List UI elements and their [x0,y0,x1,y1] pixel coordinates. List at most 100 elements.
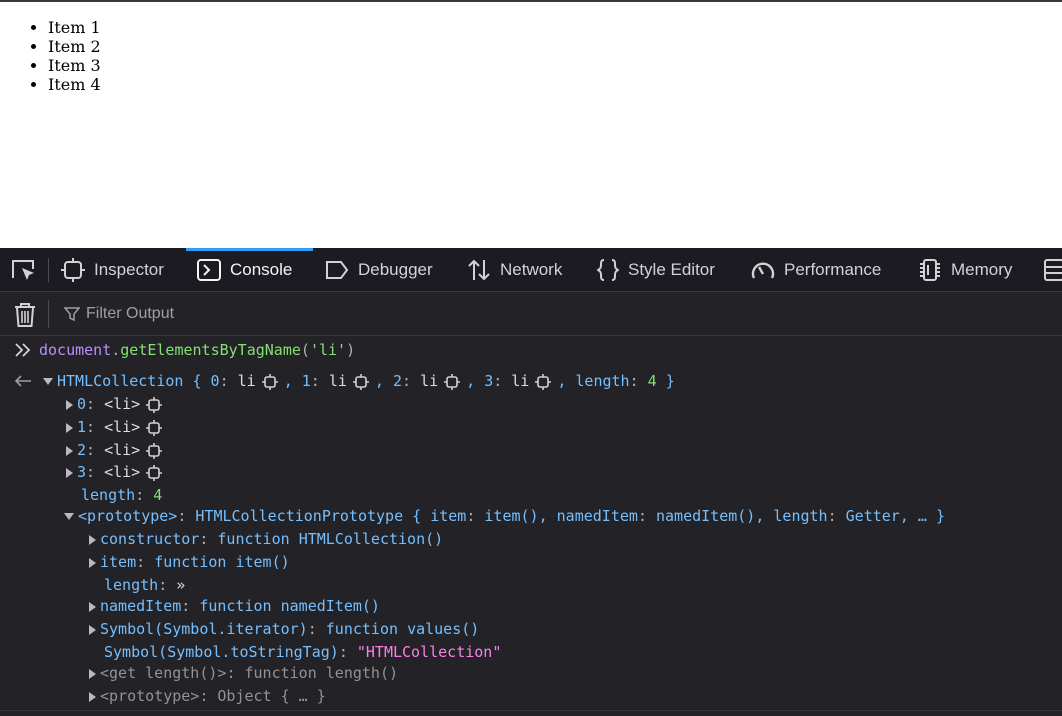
prototype-row[interactable]: <prototype>: HTMLCollectionPrototype { i… [64,505,945,527]
input-arg: 'li' [309,341,347,359]
tab-performance-label: Performance [784,260,882,279]
network-icon [468,259,490,281]
list-item: Item 1 [48,18,101,37]
summary-node-li: li [420,372,439,390]
entry-collapsed-twisty[interactable] [66,422,73,433]
entry-key: 1 [77,418,87,436]
tab-style-editor-label: Style Editor [628,260,715,279]
entry-collapsed-twisty[interactable] [66,399,73,410]
property-key: constructor [100,530,200,548]
tab-debugger-label: Debugger [358,260,433,279]
property-colon: : [199,530,209,548]
property-collapsed-twisty[interactable] [89,601,96,612]
nested-prototype-colon: : [199,687,209,705]
result-expanded-twisty[interactable] [43,378,53,385]
property-key: namedItem [100,597,182,615]
property-colon: : [136,553,146,571]
node-target-icon[interactable] [146,419,163,436]
filter-icon [64,307,80,322]
prototype-property-row[interactable]: length: » [104,574,185,596]
entry-key: 2 [77,441,87,459]
prototype-summary-key: namedItem [556,507,638,525]
property-colon: : [338,643,348,661]
node-target-icon[interactable] [261,373,278,390]
invoke-getter-button[interactable]: » [176,576,185,594]
prototype-summary-comma: , [755,507,765,525]
input-object: document [39,341,112,359]
property-kind: function [154,553,227,571]
entry-tag: <li> [104,463,141,481]
nested-prototype-row[interactable]: <prototype>: Object { … } [89,685,326,707]
node-target-icon[interactable] [444,373,461,390]
property-key: item [100,553,137,571]
property-collapsed-twisty[interactable] [89,534,96,545]
node-target-icon[interactable] [146,396,163,413]
property-string-value: "HTMLCollection" [356,643,502,661]
entry-collapsed-twisty[interactable] [66,445,73,456]
summary-node-li: li [328,372,347,390]
property-collapsed-twisty[interactable] [89,624,96,635]
property-key: Symbol(Symbol.iterator) [100,620,308,638]
prototype-summary-key: item [430,507,467,525]
summary-key: 0 [210,372,220,390]
input-open-paren: ( [300,341,310,359]
collection-entry-row[interactable]: 0: <li> [66,393,168,415]
prototype-key: <prototype> [78,507,178,525]
tab-console-label: Console [230,260,293,279]
nested-prototype-value: Object { … } [217,687,326,705]
node-target-icon[interactable] [146,464,163,481]
tab-memory-label: Memory [951,260,1013,279]
memory-icon [920,259,940,281]
devtools-bottom-edge [0,710,1062,716]
tab-inspector[interactable]: Inspector [61,248,164,292]
prototype-property-row[interactable]: Symbol(Symbol.iterator): function values… [89,618,479,640]
prototype-expanded-twisty[interactable] [64,513,74,520]
prototype-summary-value: namedItem() [656,507,756,525]
tab-network[interactable]: Network [467,248,562,292]
clear-console-icon[interactable] [14,302,36,328]
tab-network-label: Network [500,260,563,279]
property-key: length [104,576,159,594]
summary-colon: : [493,372,503,390]
summary-length-value: 4 [647,372,657,390]
prototype-summary-ellipsis: … } [917,507,945,525]
getter-collapsed-twisty[interactable] [89,668,96,679]
prototype-property-row[interactable]: constructor: function HTMLCollection() [89,528,443,550]
debugger-icon [326,261,349,279]
element-picker-icon [12,260,34,280]
toolbar-separator [48,258,49,282]
tab-style-editor[interactable]: Style Editor [597,248,715,292]
summary-open-brace: { [192,372,202,390]
node-target-icon[interactable] [146,442,163,459]
collection-entry-row[interactable]: 3: <li> [66,461,168,483]
prototype-property-row[interactable]: namedItem: function namedItem() [89,595,380,617]
node-target-icon[interactable] [352,373,369,390]
property-collapsed-twisty[interactable] [89,557,96,568]
filter-output-input[interactable]: Filter Output [64,305,174,323]
element-picker-button[interactable] [10,248,47,292]
selected-tab-indicator [186,248,313,251]
node-target-icon[interactable] [535,373,552,390]
collection-entry-row[interactable]: 2: <li> [66,439,168,461]
prototype-property-row[interactable]: item: function item() [89,551,290,573]
tab-console[interactable]: Console [186,248,313,292]
getter-row[interactable]: <get length()>: function length() [89,662,398,684]
property-value: HTMLCollection() [298,530,444,548]
tab-memory[interactable]: Memory [918,248,1012,292]
result-type: HTMLCollection [57,372,184,390]
storage-icon [1044,259,1062,281]
prototype-summary-colon: : [466,507,476,525]
getter-kind: function [244,664,317,682]
property-colon: : [158,576,168,594]
tab-storage[interactable] [1043,248,1062,292]
prototype-summary-comma: , [899,507,909,525]
filter-placeholder: Filter Output [86,305,175,322]
nested-prototype-twisty[interactable] [89,691,96,702]
summary-key: 2 [392,372,402,390]
collection-entry-row[interactable]: 1: <li> [66,416,168,438]
entry-collapsed-twisty[interactable] [66,467,73,478]
tab-debugger[interactable]: Debugger [325,248,433,292]
summary-key: 1 [301,372,311,390]
prototype-summary-key: length [773,507,828,525]
tab-performance[interactable]: Performance [751,248,881,292]
